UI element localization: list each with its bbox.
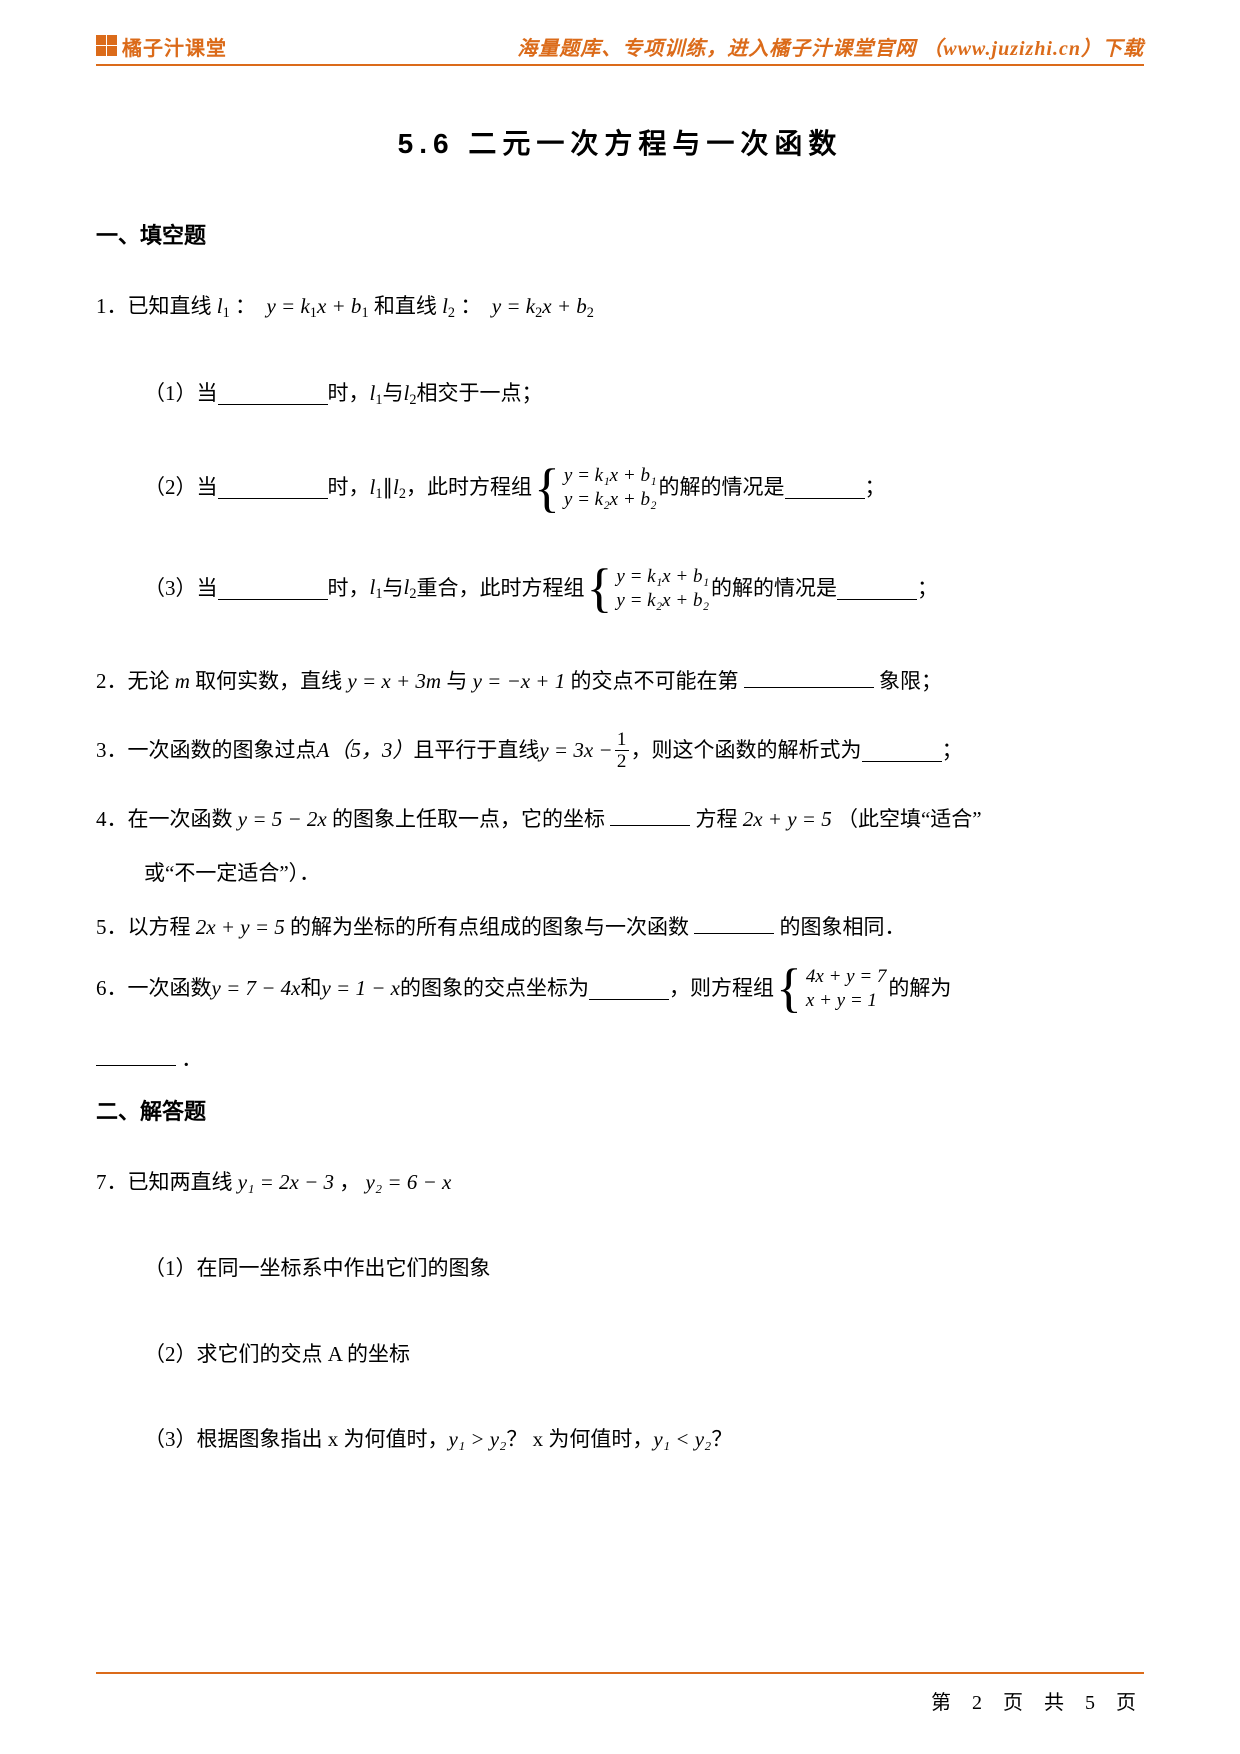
q1-sub1: （1）当 时， l1 与 l2 相交于一点； xyxy=(144,377,1144,412)
q5: 5．以方程 2x + y = 5 的解为坐标的所有点组成的图象与一次函数 的图象… xyxy=(96,911,1144,945)
fill-blank[interactable] xyxy=(837,578,917,600)
q7-sub1: （1）在同一坐标系中作出它们的图象 xyxy=(144,1252,1144,1286)
fill-blank[interactable] xyxy=(218,383,328,405)
brand-block: 橘子汁课堂 xyxy=(96,32,227,61)
q2: 2．无论 m 取何实数，直线 y = x + 3m 与 y = −x + 1 的… xyxy=(96,665,1144,699)
page-header: 橘子汁课堂 海量题库、专项训练，进入橘子汁课堂官网 （www.juzizhi.c… xyxy=(96,30,1144,62)
q4-line2: 或“不一定适合”）． xyxy=(144,857,1144,891)
fill-blank[interactable] xyxy=(694,912,774,934)
q3: 3．一次函数的图象过点 A（5，3） 且平行于直线 y = 3x − 1 2 ，… xyxy=(96,730,1144,771)
parallel-symbol: ∥ xyxy=(382,471,393,505)
q7-sub2: （2）求它们的交点 A 的坐标 xyxy=(144,1338,1144,1372)
section-1-heading: 一、填空题 xyxy=(96,218,1144,250)
fill-blank[interactable] xyxy=(96,1044,176,1066)
q6-line2: ． xyxy=(96,1043,1144,1077)
header-tagline: 海量题库、专项训练，进入橘子汁课堂官网 （www.juzizhi.cn）下载 xyxy=(517,32,1144,61)
q7-stem: 7．已知两直线 y₁ = 2x − 3 ， y₂ = 6 − x xyxy=(96,1166,1144,1200)
equation-system: { 4x + y = 7 x + y = 1 xyxy=(776,964,886,1013)
q7-sub3: （3）根据图象指出 x 为何值时， y₁ > y₂ ？ x 为何值时， y₁ <… xyxy=(144,1423,1144,1457)
page-body: 橘子汁课堂 海量题库、专项训练，进入橘子汁课堂官网 （www.juzizhi.c… xyxy=(96,30,1144,1457)
fill-blank[interactable] xyxy=(218,578,328,600)
fill-blank[interactable] xyxy=(589,977,669,999)
logo-icon xyxy=(96,35,118,57)
brand-text: 橘子汁课堂 xyxy=(122,32,227,61)
equation-system: { y = k₁x + b₁ y = k₂x + b₂ xyxy=(534,464,657,513)
footer-rule xyxy=(96,1672,1144,1674)
fill-blank[interactable] xyxy=(610,804,690,826)
equation-system: { y = k₁x + b₁ y = k₂x + b₂ xyxy=(586,564,709,613)
q6-line1: 6．一次函数 y = 7 − 4x 和 y = 1 − x 的图象的交点坐标为 … xyxy=(96,964,1144,1013)
fill-blank[interactable] xyxy=(862,740,942,762)
q1-text: 1．已知直线 xyxy=(96,294,217,318)
page-footer: 第 2 页 共 5 页 xyxy=(931,1686,1144,1715)
q4-line1: 4．在一次函数 y = 5 − 2x 的图象上任取一点，它的坐标 方程 2x +… xyxy=(96,803,1144,837)
q1-stem: 1．已知直线 l1 ： y = k1x + b1 和直线 l2 ： y = k2… xyxy=(96,290,1144,325)
q1-sub2: （2）当 时， l1 ∥ l2 ，此时方程组 { y = k₁x + b₁ y … xyxy=(144,464,1144,513)
fill-blank[interactable] xyxy=(744,666,874,688)
header-rule xyxy=(96,64,1144,66)
fill-blank[interactable] xyxy=(218,477,328,499)
q1-sub3: （3）当 时， l1 与 l2 重合，此时方程组 { y = k₁x + b₁ … xyxy=(144,564,1144,613)
section-2-heading: 二、解答题 xyxy=(96,1094,1144,1126)
fill-blank[interactable] xyxy=(785,477,865,499)
page-title: 5.6 二元一次方程与一次函数 xyxy=(96,122,1144,162)
fraction: 1 2 xyxy=(615,730,629,771)
